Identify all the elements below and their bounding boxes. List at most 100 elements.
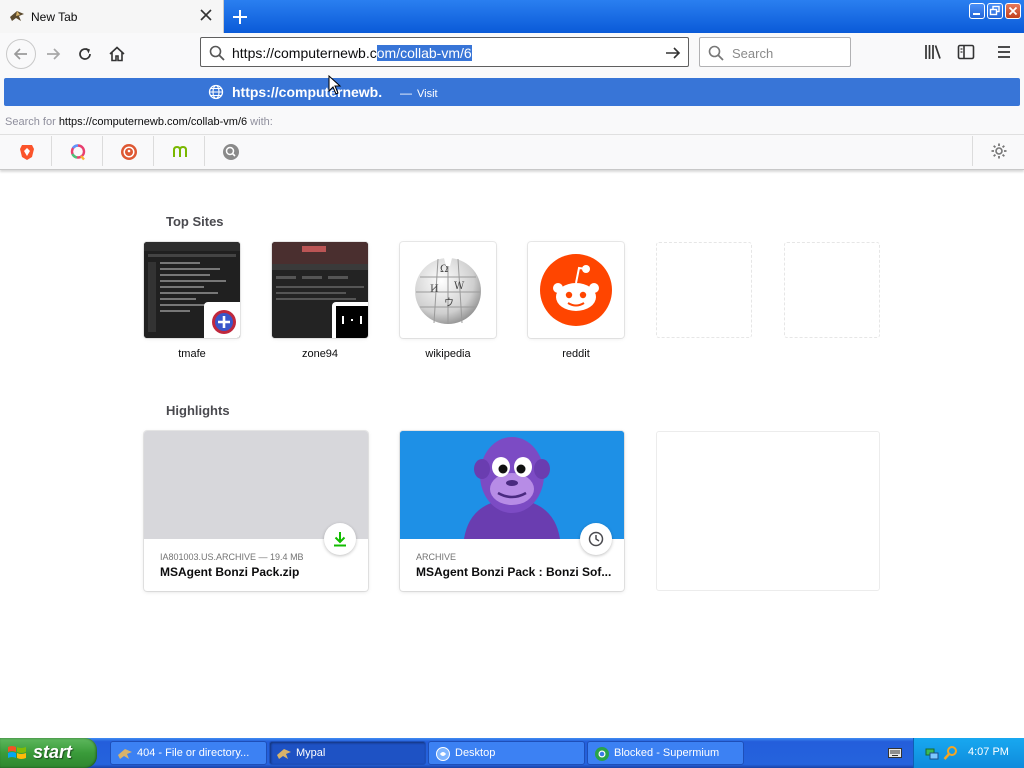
- engine-qwant-button[interactable]: [53, 136, 103, 166]
- network-icon[interactable]: [924, 745, 940, 761]
- clock[interactable]: 4:07 PM: [968, 746, 1009, 758]
- download-icon: [334, 532, 346, 547]
- tmafe-favicon: [204, 302, 240, 338]
- card-type-badge: [324, 523, 356, 555]
- top-site-thumbnail: [528, 242, 624, 338]
- start-label: start: [33, 742, 73, 762]
- top-site-thumbnail: [272, 242, 368, 338]
- mojeek-icon: [173, 145, 187, 157]
- menu-button[interactable]: [994, 42, 1018, 66]
- card-context: ARCHIVE: [416, 552, 457, 562]
- card-title: MSAgent Bonzi Pack.zip: [160, 565, 300, 579]
- library-icon: [925, 45, 941, 59]
- back-arrow-icon: [13, 48, 27, 60]
- search-placeholder: Search: [732, 46, 774, 61]
- library-button[interactable]: [923, 42, 947, 66]
- wikipedia-globe-icon: ΩWИウ: [415, 258, 481, 324]
- start-button[interactable]: start: [0, 738, 97, 768]
- taskbar-item-supermium[interactable]: Blocked - Supermium: [587, 741, 744, 765]
- engine-search-button[interactable]: [206, 136, 256, 166]
- svg-text:И: И: [430, 284, 439, 295]
- restore-button[interactable]: [987, 3, 1003, 19]
- taskbar-item-mypal[interactable]: Mypal: [269, 741, 426, 765]
- top-site-label: tmafe: [178, 348, 206, 360]
- highlight-card-empty-slot: [656, 431, 880, 591]
- clock-icon: [588, 531, 604, 547]
- suggestion-action: Visit: [417, 88, 438, 100]
- taskbar-item-label: 404 - File or directory...: [137, 747, 250, 759]
- close-window-button[interactable]: [1005, 3, 1021, 19]
- search-for-prefix: Search for: [5, 116, 59, 128]
- highlights-heading: Highlights: [166, 403, 230, 418]
- top-site-thumbnail: ΩWИウ: [400, 242, 496, 338]
- highlight-card-bonzi-zip[interactable]: IA801003.US.ARCHIVE — 19.4 MB MSAgent Bo…: [144, 431, 368, 591]
- mypal-icon: [10, 11, 24, 21]
- svg-text:ウ: ウ: [444, 297, 454, 309]
- navigation-toolbar: https://computernewb.com/collab-vm/6 Sea…: [0, 33, 1024, 76]
- minimize-icon: [973, 13, 980, 15]
- close-tab-icon[interactable]: [199, 8, 213, 22]
- top-site-label: zone94: [301, 348, 339, 360]
- top-site-label: reddit: [562, 348, 590, 360]
- keyboard-language-icon[interactable]: [888, 747, 902, 759]
- url-bar[interactable]: https://computernewb.com/collab-vm/6: [200, 37, 689, 67]
- go-arrow-icon[interactable]: [664, 44, 682, 62]
- hamburger-menu-icon: [998, 46, 1010, 58]
- search-settings-button[interactable]: [972, 136, 1024, 166]
- mouse-cursor-icon: [328, 75, 342, 95]
- taskbar-item-label: Blocked - Supermium: [614, 747, 720, 759]
- new-tab-icon[interactable]: [230, 7, 250, 27]
- windows-flag-icon: [8, 746, 26, 759]
- taskbar-item-label: Mypal: [296, 747, 326, 759]
- home-icon: [109, 46, 125, 62]
- search-for-row: Search for https://computernewb.com/coll…: [0, 110, 1024, 135]
- card-title: MSAgent Bonzi Pack : Bonzi Sof...: [416, 565, 612, 579]
- top-site-tmafe[interactable]: tmafe: [144, 242, 240, 360]
- url-suggestion-dropdown: https://computernewb. — Visit Search for…: [0, 76, 1024, 170]
- engine-brave-button[interactable]: [2, 136, 52, 166]
- card-context: IA801003.US.ARCHIVE — 19.4 MB: [160, 552, 304, 562]
- svg-text:W: W: [454, 281, 465, 292]
- top-site-empty-slot[interactable]: [784, 242, 880, 338]
- mypal-icon: [118, 749, 132, 759]
- engine-duckduckgo-button[interactable]: [104, 136, 154, 166]
- suggestion-url: https://computernewb.: [232, 84, 383, 100]
- duckduckgo-icon: [121, 144, 137, 160]
- gear-icon: [991, 143, 1007, 159]
- search-bar[interactable]: Search: [699, 37, 851, 67]
- tray-search-icon[interactable]: [943, 745, 959, 761]
- suggestion-row-visit[interactable]: https://computernewb. — Visit: [4, 78, 1020, 106]
- url-selected-completion: om/collab-vm/6: [376, 45, 472, 61]
- forward-button[interactable]: [39, 40, 67, 68]
- mypal-icon: [277, 749, 291, 759]
- minimize-button[interactable]: [969, 3, 985, 19]
- top-site-wikipedia[interactable]: ΩWИウ wikipedia: [400, 242, 496, 360]
- forward-arrow-icon: [47, 48, 61, 60]
- qwant-icon: [70, 144, 86, 161]
- home-button[interactable]: [103, 40, 131, 68]
- reload-icon: [79, 48, 91, 60]
- search-engine-icon: [223, 144, 239, 160]
- taskbar-item-404[interactable]: 404 - File or directory...: [110, 741, 267, 765]
- search-for-query: https://computernewb.com/collab-vm/6: [58, 116, 248, 128]
- sidebar-button[interactable]: [956, 42, 980, 66]
- globe-icon: [208, 84, 224, 100]
- taskbar-item-desktop[interactable]: Desktop: [428, 741, 585, 765]
- highlight-card-bonzi-archive[interactable]: ARCHIVE MSAgent Bonzi Pack : Bonzi Sof..…: [400, 431, 624, 591]
- tab-new-tab[interactable]: New Tab: [0, 0, 224, 33]
- search-icon: [708, 45, 724, 61]
- url-text[interactable]: https://computernewb.com/collab-vm/6: [232, 45, 472, 61]
- system-tray: 4:07 PM: [913, 738, 1024, 768]
- card-type-badge: [580, 523, 612, 555]
- top-site-empty-slot[interactable]: [656, 242, 752, 338]
- tab-title: New Tab: [31, 10, 78, 24]
- top-site-reddit[interactable]: reddit: [528, 242, 624, 360]
- top-site-placeholder: [656, 242, 752, 338]
- supermium-icon: [595, 747, 609, 761]
- back-button[interactable]: [6, 39, 36, 69]
- reload-button[interactable]: [71, 40, 99, 68]
- engine-mojeek-button[interactable]: [155, 136, 205, 166]
- top-site-placeholder: [784, 242, 880, 338]
- suggestion-separator: —: [400, 86, 412, 100]
- top-site-zone94[interactable]: zone94: [272, 242, 368, 360]
